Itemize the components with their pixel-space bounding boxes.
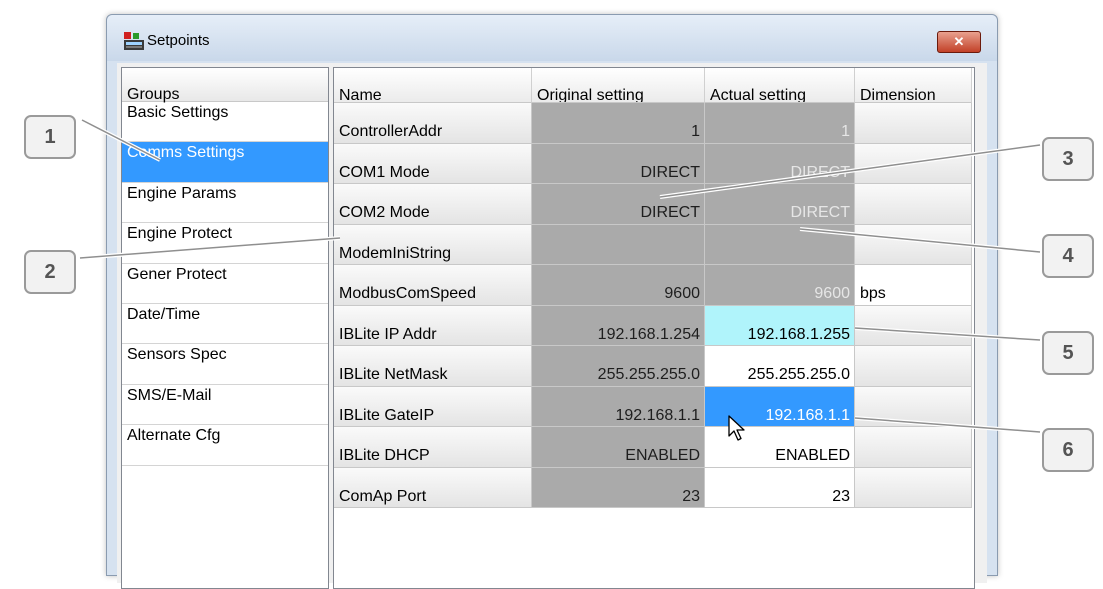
actual-setting-cell[interactable]: 23 (705, 467, 855, 508)
setpoint-name-cell[interactable]: ModemIniString (334, 224, 532, 265)
dimension-cell (855, 184, 972, 225)
original-setting-cell: 23 (532, 467, 705, 508)
table-body: ControllerAddr 1 1 COM1 Mode DIRECT DIRECT COM… (334, 103, 974, 508)
table-row: ComAp Port 23 23 (334, 467, 974, 508)
group-item[interactable]: Sensors Spec (122, 344, 328, 385)
table-row: COM2 Mode DIRECT DIRECT (334, 184, 974, 225)
title-bar[interactable]: Setpoints ✕ (107, 15, 997, 61)
table-row: IBLite DHCP ENABLED ENABLED (334, 427, 974, 468)
callout-3: 3 (1042, 137, 1094, 181)
callout-6: 6 (1042, 428, 1094, 472)
setpoint-name-cell[interactable]: IBLite NetMask (334, 346, 532, 387)
dimension-cell (855, 467, 972, 508)
setpoints-app-icon (124, 32, 144, 50)
callout-1: 1 (24, 115, 76, 159)
group-item[interactable]: Engine Params (122, 183, 328, 224)
dimension-cell (855, 305, 972, 346)
window-client-area: Groups Basic Settings Comms Settings Engin… (117, 63, 987, 589)
close-icon: ✕ (953, 34, 965, 49)
close-button[interactable]: ✕ (937, 31, 981, 53)
dimension-cell (855, 143, 972, 184)
original-setting-cell: 192.168.1.1 (532, 386, 705, 427)
dimension-cell (855, 346, 972, 387)
original-setting-cell: DIRECT (532, 184, 705, 225)
actual-setting-cell: DIRECT (705, 143, 855, 184)
dimension-cell: bps (855, 265, 972, 306)
original-setting-cell: 9600 (532, 265, 705, 306)
actual-setting-cell: 9600 (705, 265, 855, 306)
table-row: IBLite IP Addr 192.168.1.254 192.168.1.255 (334, 305, 974, 346)
column-header-actual-setting[interactable]: Actual setting (705, 68, 855, 103)
table-row: IBLite NetMask 255.255.255.0 255.255.255.0 (334, 346, 974, 387)
actual-setting-cell: DIRECT (705, 184, 855, 225)
setpoint-name-cell[interactable]: ControllerAddr (334, 103, 532, 144)
setpoint-name-cell[interactable]: IBLite DHCP (334, 427, 532, 468)
column-header-original-setting[interactable]: Original setting (532, 68, 705, 103)
table-header-row: Name Original setting Actual setting Dim… (334, 68, 974, 103)
groups-header: Groups (122, 68, 328, 103)
setpoints-table: Name Original setting Actual setting Dim… (333, 67, 975, 589)
callout-2: 2 (24, 250, 76, 294)
dimension-cell (855, 386, 972, 427)
group-item[interactable]: Engine Protect (122, 223, 328, 264)
dimension-cell (855, 103, 972, 144)
setpoint-name-cell[interactable]: ModbusComSpeed (334, 265, 532, 306)
groups-list: Groups Basic Settings Comms Settings Engin… (121, 67, 329, 589)
column-header-dimension[interactable]: Dimension (855, 68, 972, 103)
dimension-cell (855, 224, 972, 265)
actual-setting-cell[interactable]: 192.168.1.255 (705, 305, 855, 346)
original-setting-cell: 255.255.255.0 (532, 346, 705, 387)
callout-4: 4 (1042, 234, 1094, 278)
actual-setting-cell[interactable]: 255.255.255.0 (705, 346, 855, 387)
table-row: ControllerAddr 1 1 (334, 103, 974, 144)
setpoint-name-cell[interactable]: COM1 Mode (334, 143, 532, 184)
table-row: COM1 Mode DIRECT DIRECT (334, 143, 974, 184)
setpoint-name-cell[interactable]: COM2 Mode (334, 184, 532, 225)
original-setting-cell (532, 224, 705, 265)
callout-5: 5 (1042, 331, 1094, 375)
actual-setting-cell: 1 (705, 103, 855, 144)
group-item[interactable]: Gener Protect (122, 264, 328, 304)
mouse-pointer-icon (728, 415, 745, 441)
original-setting-cell: ENABLED (532, 427, 705, 468)
original-setting-cell: 1 (532, 103, 705, 144)
window-title: Setpoints (147, 32, 210, 49)
group-item[interactable]: Basic Settings (122, 102, 328, 143)
group-item[interactable]: Date/Time (122, 304, 328, 345)
setpoint-name-cell[interactable]: ComAp Port (334, 467, 532, 508)
group-item[interactable]: Alternate Cfg (122, 425, 328, 466)
original-setting-cell: 192.168.1.254 (532, 305, 705, 346)
table-row: IBLite GateIP 192.168.1.1 192.168.1.1 (334, 386, 974, 427)
setpoint-name-cell[interactable]: IBLite IP Addr (334, 305, 532, 346)
group-item[interactable]: Comms Settings (122, 142, 328, 183)
dimension-cell (855, 427, 972, 468)
setpoints-window: Setpoints ✕ Groups Basic Settings Comms S… (106, 14, 998, 589)
column-header-name[interactable]: Name (334, 68, 532, 103)
original-setting-cell: DIRECT (532, 143, 705, 184)
group-items: Basic Settings Comms Settings Engine Param… (122, 102, 328, 466)
table-row: ModbusComSpeed 9600 9600 bps (334, 265, 974, 306)
table-row: ModemIniString (334, 224, 974, 265)
group-item[interactable]: SMS/E-Mail (122, 385, 328, 426)
actual-setting-cell (705, 224, 855, 265)
setpoint-name-cell[interactable]: IBLite GateIP (334, 386, 532, 427)
